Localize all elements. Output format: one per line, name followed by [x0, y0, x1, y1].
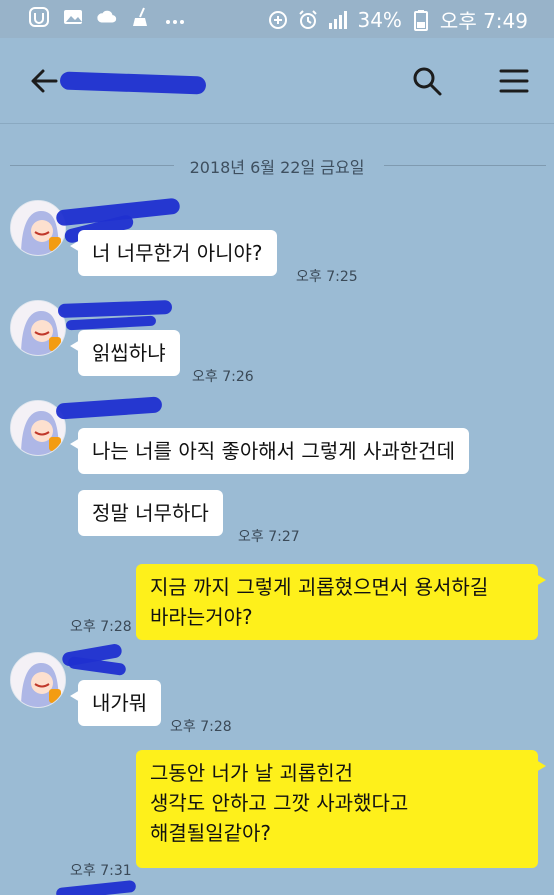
message-bubble[interactable]: 지금 까지 그렇게 괴롭혔으면서 용서하길 바라는거야? [136, 564, 546, 640]
divider-line-right [384, 165, 546, 166]
message-text: 너 너무한거 아니야? [92, 241, 263, 265]
status-left-icons [28, 6, 186, 28]
cloud-icon [96, 6, 118, 28]
message-line: 생각도 안하고 그깟 사과했다고 [150, 791, 409, 815]
status-right-icons: 34% 오후 7:49 [267, 5, 528, 34]
profile-illustration [11, 201, 65, 255]
message-bubble[interactable]: 나는 너를 아직 좋아해서 그렇게 사과한건데 [70, 428, 469, 474]
date-divider: 2018년 6월 22일 금요일 [0, 152, 554, 180]
redaction-mark [57, 300, 173, 318]
message-bubble[interactable]: 그동안 너가 날 괴롭힌건 생각도 안하고 그깟 사과했다고 해결될일같아? [136, 750, 546, 868]
broom-icon [130, 6, 152, 28]
message-time: 오후 7:26 [192, 369, 254, 385]
search-icon [413, 67, 442, 96]
message-bubble[interactable]: 정말 너무하다 [78, 490, 223, 536]
status-bar: 34% 오후 7:49 [0, 0, 554, 38]
message-text: 내가뭐 [92, 691, 148, 715]
battery-icon [410, 9, 432, 31]
status-time: 오후 7:49 [439, 9, 528, 33]
message-time: 오후 7:25 [296, 269, 358, 285]
redaction-mark [59, 71, 207, 95]
message-bubble[interactable]: 내가뭐 [69, 680, 162, 726]
message-line: 해결될일같아? [150, 821, 272, 845]
date-divider-text: 2018년 6월 22일 금요일 [189, 158, 365, 177]
message-line: 그동안 너가 날 괴롭힌건 [150, 761, 354, 785]
message-bubble[interactable]: 읽씹하냐 [70, 330, 180, 376]
back-button[interactable] [28, 64, 62, 98]
redaction-mark [55, 879, 137, 895]
app-icon [28, 6, 50, 28]
message-time: 오후 7:27 [238, 529, 300, 545]
redaction-mark [65, 315, 157, 331]
gallery-icon [62, 6, 84, 28]
message-text: 읽씹하냐 [92, 341, 166, 365]
back-arrow-icon [31, 69, 58, 93]
signal-icon [327, 9, 349, 31]
message-text: 정말 너무하다 [92, 501, 209, 525]
chat-header [0, 38, 554, 124]
message-line: 지금 까지 그렇게 괴롭혔으면서 용서하길 [150, 575, 489, 599]
profile-illustration [11, 653, 65, 707]
menu-icon [499, 69, 529, 93]
search-button[interactable] [410, 64, 444, 98]
menu-button[interactable] [497, 64, 531, 98]
message-time: 오후 7:31 [70, 863, 132, 879]
avatar[interactable] [10, 200, 66, 256]
message-text: 나는 너를 아직 좋아해서 그렇게 사과한건데 [92, 439, 455, 463]
redaction-mark [67, 656, 127, 676]
avatar[interactable] [10, 652, 66, 708]
message-line: 바라는거야? [150, 605, 253, 629]
message-time: 오후 7:28 [170, 719, 232, 735]
redaction-mark [55, 396, 163, 420]
message-bubble[interactable]: 너 너무한거 아니야? [70, 230, 277, 276]
alarm-icon [297, 9, 319, 31]
data-saver-icon [267, 9, 289, 31]
battery-percent: 34% [357, 7, 402, 32]
message-time: 오후 7:28 [70, 619, 132, 635]
more-dots-icon [164, 6, 186, 28]
